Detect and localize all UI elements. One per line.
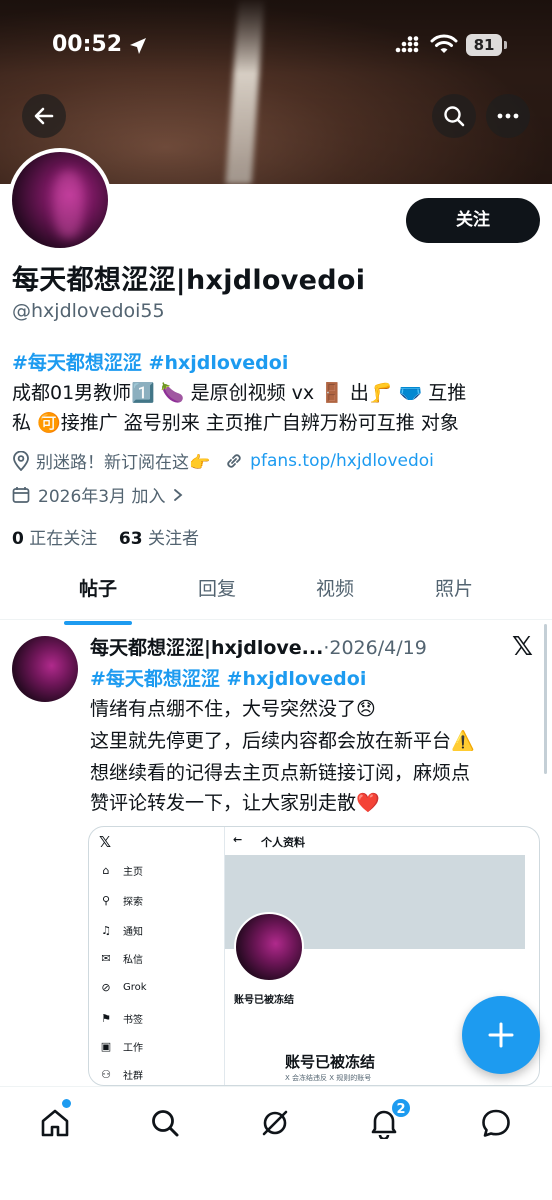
post-text-line: 赞评论转发一下，让大家别走散❤️ xyxy=(90,792,380,814)
embed-avatar xyxy=(234,912,304,982)
avatar-image xyxy=(12,152,108,248)
back-button[interactable] xyxy=(22,94,66,138)
embed-frozen-heading: 账号已被冻结 xyxy=(285,1053,376,1071)
location-arrow-icon xyxy=(130,38,146,54)
profile-joined-date: 2026年3月 加入 xyxy=(38,487,166,507)
post-text-line: 想继续看的记得去主页点新链接订阅，麻烦点 xyxy=(90,762,471,784)
nav-messages[interactable] xyxy=(476,1103,516,1143)
embed-menu-item: ⚇ 社群 xyxy=(99,1067,143,1082)
profile-joined-row[interactable]: 2026年3月 加入 xyxy=(12,482,185,507)
chat-bubble-icon xyxy=(482,1109,510,1137)
profile-display-name: 每天都想涩涩|hxjdlovedoi xyxy=(12,265,366,296)
bookmark-icon: ⚑ xyxy=(101,1012,111,1025)
search-icon xyxy=(444,106,465,127)
cellular-signal-icon xyxy=(395,36,419,53)
back-arrow-icon xyxy=(34,107,54,125)
post-hashtags[interactable]: #每天都想涩涩 #hxjdlovedoi xyxy=(90,664,366,691)
embed-menu-item: ▣ 工作 xyxy=(100,1040,143,1054)
post-header: 每天都想涩涩|hxjdlove...·2026/4/19 xyxy=(90,633,427,660)
following-link[interactable]: 0 正在关注 xyxy=(12,529,97,549)
profile-tabs: 帖子 回复 视频 照片 xyxy=(0,564,552,625)
post-text-line: 这里就先停更了，后续内容都会放在新平台⚠️ xyxy=(90,730,475,752)
community-icon: ⚇ xyxy=(101,1068,111,1081)
x-logo-icon: 𝕏 xyxy=(512,632,533,662)
battery-indicator: 81 xyxy=(466,34,502,56)
post-author-name[interactable]: 每天都想涩涩|hxjdlove... xyxy=(90,637,323,659)
bio-line-1: 成都01男教师1️⃣ 🍆 是原创视频 vx 🚪 出🦵 🩲 互推 xyxy=(12,382,467,404)
bottom-navigation: 2 xyxy=(0,1086,552,1200)
wifi-icon xyxy=(430,34,458,53)
follow-button[interactable]: 关注 xyxy=(406,198,540,243)
calendar-icon xyxy=(12,486,30,503)
notifications-badge: 2 xyxy=(390,1097,412,1119)
briefcase-icon: ▣ xyxy=(100,1040,112,1053)
battery-cap xyxy=(504,41,507,49)
grok-icon xyxy=(262,1110,288,1136)
followers-link[interactable]: 63 关注者 xyxy=(119,529,199,549)
embed-menu-item: ⌂ 主页 xyxy=(99,863,144,878)
nav-grok[interactable] xyxy=(255,1103,295,1143)
nav-search[interactable] xyxy=(145,1103,185,1143)
embed-frozen-note: X 会冻结违反 X 规则的账号 xyxy=(285,1074,372,1082)
embed-topbar: ← 个人资料 xyxy=(225,827,539,855)
status-bar: 00:52 81 xyxy=(0,24,552,66)
scrollbar[interactable] xyxy=(544,624,547,774)
profile-avatar[interactable] xyxy=(8,148,112,252)
location-pin-icon xyxy=(13,450,29,471)
embed-sidebar: 𝕏 ⌂ 主页 ⚲ 探索 ♫ 通知 ✉ 私信 ⊘ Grok ⚑ 书签 ▣ 工作 ⚇ 社群 xyxy=(89,827,225,1085)
follow-stats: 0 正在关注 63 关注者 xyxy=(12,524,199,549)
embed-menu-item: ⚑ 书签 xyxy=(99,1011,143,1026)
grok-icon: ⊘ xyxy=(101,981,111,994)
embed-menu-item: ♫ 通知 xyxy=(99,923,143,938)
search-icon xyxy=(152,1110,179,1137)
profile-location: 别迷路！新订阅在这👉 xyxy=(36,453,211,473)
post-text-line: 情绪有点绷不住，大号突然没了😞 xyxy=(90,698,376,720)
home-icon: ⌂ xyxy=(102,864,110,877)
plus-icon xyxy=(488,1022,514,1048)
post-date: ·2026/4/19 xyxy=(323,637,427,659)
bell-icon: ♫ xyxy=(101,924,111,937)
embed-x-logo-icon: 𝕏 xyxy=(99,833,112,851)
compose-button[interactable] xyxy=(462,996,540,1074)
more-options-button[interactable] xyxy=(486,94,530,138)
embed-title: 个人资料 xyxy=(261,836,305,849)
embed-menu-item: ⊘ Grok xyxy=(99,981,146,994)
chevron-right-icon xyxy=(174,488,183,501)
home-unread-dot xyxy=(62,1099,71,1108)
profile-handle: @hxjdlovedoi55 xyxy=(12,300,165,322)
bio-hashtags[interactable]: #每天都想涩涩 #hxjdlovedoi xyxy=(12,348,288,375)
search-button[interactable] xyxy=(432,94,476,138)
embed-menu-item: ⚲ 探索 xyxy=(99,893,143,908)
tab-posts[interactable]: 帖子 xyxy=(38,564,158,625)
link-icon xyxy=(227,453,241,468)
post-avatar[interactable] xyxy=(12,636,78,702)
embed-back-icon: ← xyxy=(233,833,243,846)
search-icon: ⚲ xyxy=(101,894,111,907)
home-icon xyxy=(41,1109,69,1137)
profile-website-link[interactable]: pfans.top/hxjdlovedoi xyxy=(250,451,434,471)
embed-menu-item: ✉ 私信 xyxy=(99,951,143,966)
more-dots-icon xyxy=(497,113,519,119)
tab-replies[interactable]: 回复 xyxy=(158,564,276,619)
profile-meta-row: 别迷路！新订阅在这👉 pfans.top/hxjdlovedoi xyxy=(12,448,434,473)
mail-icon: ✉ xyxy=(101,952,111,965)
status-time: 00:52 xyxy=(52,32,123,57)
tab-videos[interactable]: 视频 xyxy=(276,564,394,619)
bio-line-2: 私 🉑接推广 盗号别来 主页推广自辨万粉可互推 对象 xyxy=(12,412,459,434)
embed-frozen-label: 账号已被冻结 xyxy=(234,995,294,1006)
tab-photos[interactable]: 照片 xyxy=(394,564,514,619)
nav-home[interactable] xyxy=(35,1103,75,1143)
